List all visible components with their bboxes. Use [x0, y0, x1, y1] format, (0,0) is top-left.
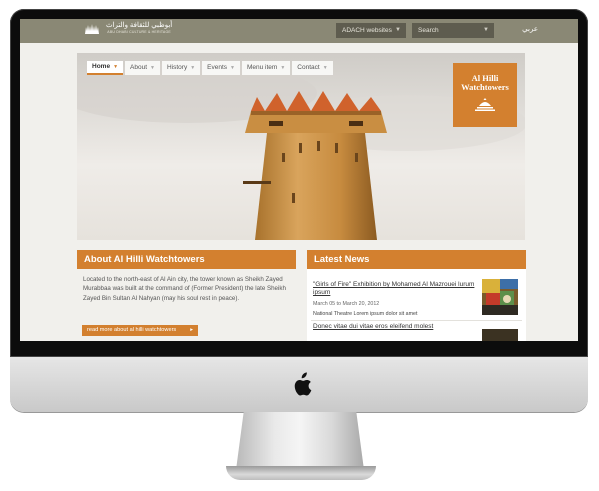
search-placeholder: Search	[418, 27, 439, 34]
search-input[interactable]: Search ▼	[412, 23, 494, 38]
read-more-label: read more about al hilli watchtowers	[87, 327, 177, 333]
nav-item-label: Contact	[297, 64, 320, 71]
search-arrow-icon: ▼	[483, 27, 489, 33]
nav-item-menu-item[interactable]: Menu item ▼	[241, 61, 291, 75]
chevron-down-icon: ▼	[113, 64, 119, 70]
nav-item-events[interactable]: Events ▼	[202, 61, 240, 75]
top-bar: أبوظبي للثقافة والتراث ABU DHABI CULTURE…	[20, 19, 578, 43]
nav-item-history[interactable]: History ▼	[161, 61, 201, 75]
apple-logo-icon	[294, 372, 312, 396]
nav-item-label: Home	[92, 63, 111, 70]
news-item-title[interactable]: Donec vitae dui vitae eros eleifend mole…	[313, 323, 483, 331]
chevron-down-icon: ▼	[190, 65, 196, 71]
monitor-foot	[226, 466, 376, 480]
site-logo[interactable]: أبوظبي للثقافة والتراث ABU DHABI CULTURE…	[84, 22, 172, 35]
about-heading: About Al Hilli Watchtowers	[77, 250, 296, 269]
read-more-button[interactable]: read more about al hilli watchtowers ▸	[82, 325, 198, 336]
news-item-description: National Theatre Lorem ipsum dolor sit a…	[313, 311, 418, 317]
nav-item-label: About	[130, 64, 148, 71]
main-navigation: Home ▼ About ▼ History ▼ Events ▼ Menu i…	[87, 61, 333, 75]
nav-item-about[interactable]: About ▼	[125, 61, 160, 75]
nav-item-home[interactable]: Home ▼	[87, 61, 124, 75]
nav-item-label: Events	[207, 64, 228, 71]
news-thumbnail[interactable]	[482, 329, 518, 341]
news-thumbnail[interactable]	[482, 279, 518, 315]
badge-title-line2: Watchtowers	[461, 82, 509, 92]
site-badge: Al Hilli Watchtowers	[453, 63, 517, 127]
websites-dropdown[interactable]: ADACH websites ▼	[336, 23, 406, 38]
chevron-down-icon: ▼	[395, 27, 401, 33]
monitor-stand	[236, 412, 364, 470]
news-item-date: March 05 to March 20, 2012	[313, 301, 380, 307]
websites-dropdown-label: ADACH websites	[342, 27, 392, 34]
arabic-language-link[interactable]: عربي	[522, 25, 538, 33]
nav-item-contact[interactable]: Contact ▼	[292, 61, 333, 75]
tower-icon	[475, 98, 495, 111]
news-item-title[interactable]: "Girls of Fire" Exhibition by Mohamed Al…	[313, 281, 483, 297]
chevron-down-icon: ▼	[280, 65, 286, 71]
nav-item-label: History	[166, 64, 188, 71]
chevron-down-icon: ▼	[322, 65, 328, 71]
news-heading: Latest News	[307, 250, 526, 269]
news-divider	[311, 320, 522, 321]
logo-mark-icon	[85, 23, 99, 34]
chevron-right-icon: ▸	[190, 327, 193, 333]
logo-english-text: ABU DHABI CULTURE & HERITAGE	[107, 30, 171, 34]
browser-screen: أبوظبي للثقافة والتراث ABU DHABI CULTURE…	[20, 19, 578, 341]
chevron-down-icon: ▼	[150, 65, 155, 71]
logo-arabic-text: أبوظبي للثقافة والتراث	[106, 22, 173, 29]
nav-item-label: Menu item	[246, 64, 278, 71]
about-text: Located to the north-east of Al Ain city…	[83, 276, 286, 302]
chevron-down-icon: ▼	[230, 65, 235, 71]
